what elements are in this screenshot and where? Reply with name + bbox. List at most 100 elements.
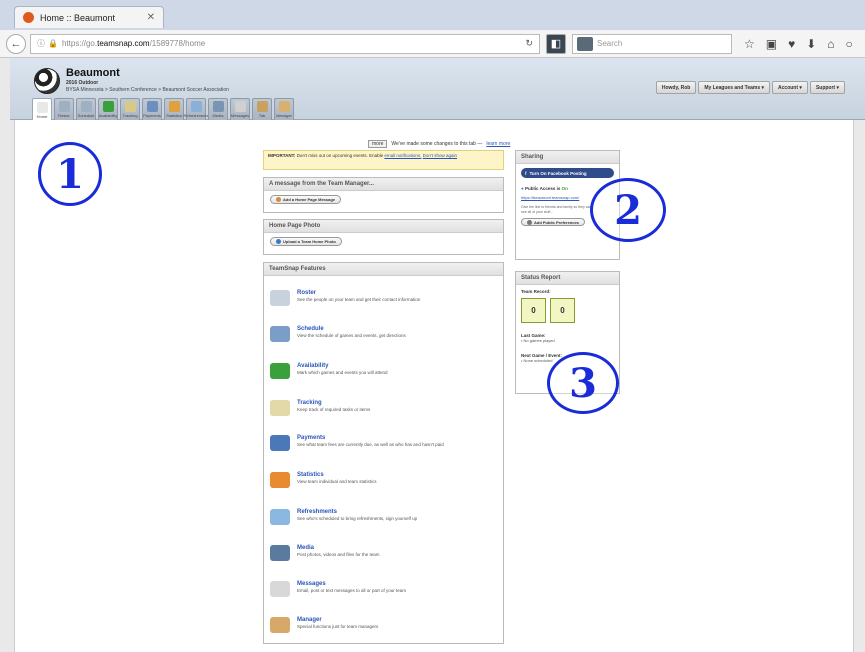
annotation-marker-3: 3 — [547, 352, 619, 414]
league-breadcrumb[interactable]: BYSA Minnesota > Southern Conference > B… — [66, 87, 229, 93]
feature-statistics[interactable]: Statistics View team individual and team … — [270, 472, 376, 488]
tab-label: Refreshments — [183, 113, 209, 118]
feature-desc: See the people on your team and get thei… — [297, 297, 421, 302]
url-bar[interactable]: ⓘ 🔒 https://go. teamsnap.com/1589778/home… — [30, 33, 540, 54]
tab-tab[interactable]: Tab — [252, 98, 272, 120]
team-record-label: Team Record: — [521, 289, 551, 294]
manager-message-panel: A message from the Team Manager... Add a… — [263, 177, 504, 213]
team-name[interactable]: Beaumont — [66, 67, 120, 79]
messages-icon — [234, 101, 246, 112]
manager-icon — [270, 617, 290, 633]
tab-home[interactable]: Home — [32, 98, 52, 121]
public-url-link[interactable]: https://beaumont.teamsnap.com/ — [521, 195, 589, 200]
feature-tracking[interactable]: Tracking Keep track of required tasks or … — [270, 400, 370, 416]
availability-icon — [102, 101, 114, 112]
feature-desc: Post photos, videos and files for the te… — [297, 552, 380, 557]
tab-payments[interactable]: Payments — [142, 98, 162, 120]
statistics-icon — [168, 101, 180, 112]
learn-more-link[interactable]: learn more — [486, 141, 510, 147]
search-engine-icon[interactable] — [577, 36, 593, 51]
tab-tracking[interactable]: Tracking — [120, 98, 140, 120]
bookmark-star-icon[interactable]: ☆ — [744, 37, 755, 51]
feature-messages[interactable]: Messages Email, post or text messages to … — [270, 581, 406, 597]
feature-title[interactable]: Media — [297, 545, 380, 551]
search-placeholder: Search — [597, 39, 623, 48]
tracking-icon — [124, 101, 136, 112]
leagues-teams-menu[interactable]: My Leagues and Teams ▾ — [698, 81, 771, 94]
dont-show-again-link[interactable]: Don't show again — [423, 153, 457, 158]
add-home-message-button[interactable]: Add a Home Page Message — [270, 195, 342, 204]
tab-refreshments[interactable]: Refreshments — [183, 98, 209, 120]
clipboard-icon[interactable]: ▣ — [766, 37, 777, 51]
facebook-icon: f — [525, 170, 527, 176]
sharing-title: Sharing — [516, 151, 619, 164]
tab-manager[interactable]: Manager — [274, 98, 294, 120]
features-panel: TeamSnap Features Roster See the people o… — [263, 262, 504, 644]
notice-bar: more We've made some changes to this tab… — [368, 140, 510, 148]
browser-tabbar: Home :: Beaumont ✕ — [0, 0, 865, 30]
tab-label: Roster — [58, 113, 70, 118]
pocket-icon[interactable]: ♥ — [788, 37, 795, 51]
public-preferences-button[interactable]: Add Public Preferences — [521, 218, 585, 226]
manager-icon — [278, 101, 290, 112]
feature-payments[interactable]: Payments See what team fees are currently… — [270, 435, 444, 451]
feature-title[interactable]: Availability — [297, 363, 388, 369]
reload-icon[interactable]: ↻ — [525, 38, 533, 49]
tab-availability[interactable]: Availability — [98, 98, 118, 120]
info-icon[interactable]: ⓘ — [37, 38, 45, 49]
feature-desc: Mark which games and events you will att… — [297, 370, 388, 375]
account-menu[interactable]: Account ▾ — [772, 81, 808, 94]
tab-title: Home :: Beaumont — [40, 12, 116, 23]
home-icon[interactable]: ⌂ — [827, 37, 834, 51]
reader-view-icon[interactable]: ◧ — [546, 33, 566, 54]
tab-label: Home — [36, 113, 48, 119]
feature-availability[interactable]: Availability Mark which games and events … — [270, 363, 388, 379]
feature-schedule[interactable]: Schedule View the schedule of games and e… — [270, 326, 406, 342]
feature-title[interactable]: Payments — [297, 435, 444, 441]
important-label: IMPORTANT: — [268, 153, 296, 158]
search-input[interactable]: Search — [572, 33, 732, 54]
tab-messages[interactable]: Messages — [230, 98, 250, 120]
hello-icon[interactable]: ○ — [846, 37, 853, 51]
home-icon — [36, 101, 48, 113]
feature-desc: Special functions just for team managers — [297, 624, 379, 629]
payments-icon — [270, 435, 290, 451]
public-access-label: Public Access is — [524, 186, 561, 191]
more-button[interactable]: more — [368, 140, 388, 148]
feature-desc: Keep track of required tasks or items — [297, 407, 371, 412]
tab-media[interactable]: Media — [208, 98, 228, 120]
firefox-favicon-icon — [23, 12, 34, 23]
feature-title[interactable]: Refreshments — [297, 509, 417, 515]
feature-desc: View the schedule of games and events, g… — [297, 333, 406, 338]
tab-statistics[interactable]: Statistics — [164, 98, 184, 120]
tab-schedule[interactable]: Schedule — [76, 98, 96, 120]
feature-title[interactable]: Schedule — [297, 326, 406, 332]
feature-title[interactable]: Messages — [297, 581, 406, 587]
facebook-posting-button[interactable]: f Turn On Facebook Posting — [521, 168, 614, 178]
howdy-menu[interactable]: Howdy, Rob — [655, 81, 697, 94]
tab-label: Statistics — [165, 113, 182, 118]
browser-tab[interactable]: Home :: Beaumont ✕ — [14, 6, 164, 28]
feature-title[interactable]: Roster — [297, 290, 420, 296]
download-icon[interactable]: ⬇ — [806, 37, 816, 51]
feature-roster[interactable]: Roster See the people on your team and ge… — [270, 290, 420, 306]
feature-media[interactable]: Media Post photos, videos and files for t… — [270, 545, 380, 561]
close-tab-icon[interactable]: ✕ — [147, 12, 155, 23]
wins-count: 0 — [521, 298, 546, 323]
tab-label: Media — [212, 113, 224, 118]
feature-title[interactable]: Tracking — [297, 400, 370, 406]
pencil-icon — [276, 197, 281, 202]
url-domain: teamsnap.com — [97, 39, 150, 48]
back-icon[interactable]: ← — [6, 33, 26, 54]
payments-icon — [146, 101, 158, 112]
email-notifications-link[interactable]: email notifications. — [384, 153, 421, 158]
feature-title[interactable]: Statistics — [297, 472, 376, 478]
url-suffix: /1589778/home — [149, 39, 206, 48]
support-menu[interactable]: Support ▾ — [809, 81, 845, 94]
feature-title[interactable]: Manager — [297, 617, 378, 623]
feature-manager[interactable]: Manager Special functions just for team m… — [270, 617, 378, 633]
feature-refreshments[interactable]: Refreshments See who's scheduled to bring… — [270, 509, 417, 525]
upload-photo-button[interactable]: Upload a Team Home Photo — [270, 237, 342, 246]
tab-roster[interactable]: Roster — [54, 98, 74, 120]
user-menu: Howdy, Rob My Leagues and Teams ▾ Accoun… — [655, 81, 845, 94]
